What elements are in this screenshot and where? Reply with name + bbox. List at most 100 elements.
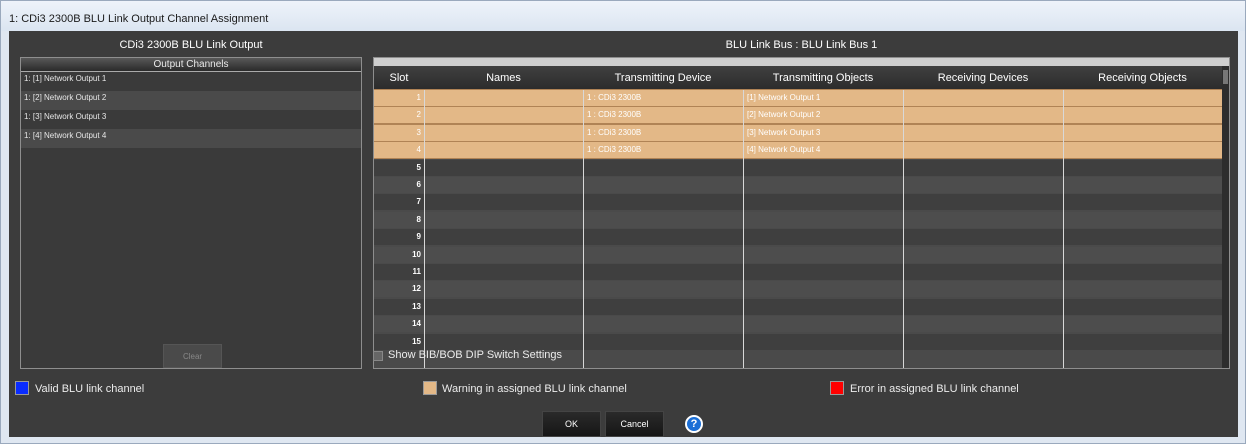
cell-names: [428, 142, 583, 158]
cell-rx-objects: [1067, 316, 1222, 332]
cell-tx-objects: [2] Network Output 2: [747, 110, 821, 120]
cell-tx-device: [587, 212, 743, 228]
cell-slot: 7: [416, 197, 421, 207]
grid-scrollbar-thumb[interactable]: [1223, 70, 1228, 84]
cell-tx-objects: [747, 299, 903, 315]
cell-slot: 13: [412, 301, 421, 311]
cell-slot: 15: [412, 336, 421, 346]
cell-rx-devices: [907, 125, 1063, 141]
column-header-rx-devices[interactable]: Receiving Devices: [903, 66, 1063, 90]
column-header-rx-objects[interactable]: Receiving Objects: [1063, 66, 1222, 90]
output-channel-item[interactable]: 1: [1] Network Output 1: [21, 72, 361, 91]
cell-rx-objects: [1067, 281, 1222, 297]
cell-names: [428, 316, 583, 332]
cell-rx-objects: [1067, 177, 1222, 193]
cell-rx-devices: [907, 212, 1063, 228]
table-row[interactable]: 4 1 : CDi3 2300B [4] Network Output 4: [374, 141, 1223, 160]
cell-tx-device: [587, 177, 743, 193]
cell-names: [428, 125, 583, 141]
help-icon[interactable]: ?: [685, 415, 703, 433]
cell-tx-objects: [3] Network Output 3: [747, 127, 821, 137]
cell-rx-objects: [1067, 125, 1222, 141]
cell-rx-devices: [907, 90, 1063, 106]
column-header-names[interactable]: Names: [424, 66, 583, 90]
cell-rx-objects: [1067, 229, 1222, 245]
cell-slot: 1: [416, 93, 421, 102]
cell-names: [428, 107, 583, 123]
output-channels-panel: Output Channels 1: [1] Network Output 11…: [20, 57, 362, 369]
cancel-button[interactable]: Cancel: [605, 411, 664, 437]
table-row[interactable]: 8: [374, 211, 1222, 228]
table-row[interactable]: 2 1 : CDi3 2300B [2] Network Output 2: [374, 106, 1223, 125]
cell-tx-objects: [4] Network Output 4: [747, 145, 821, 155]
column-header-tx-objects[interactable]: Transmitting Objects: [743, 66, 903, 90]
cell-names: [428, 334, 583, 350]
cell-names: [428, 264, 583, 280]
cell-tx-device: [587, 316, 743, 332]
error-legend-label: Error in assigned BLU link channel: [850, 383, 1019, 395]
cell-rx-objects: [1067, 264, 1222, 280]
cell-rx-objects: [1067, 299, 1222, 315]
table-row[interactable]: 13: [374, 298, 1222, 315]
cell-tx-objects: [747, 194, 903, 210]
cell-tx-device: [587, 229, 743, 245]
cell-tx-device: [587, 194, 743, 210]
cell-tx-device: 1 : CDi3 2300B: [587, 127, 642, 137]
cell-tx-device: [587, 160, 743, 176]
cell-tx-objects: [747, 160, 903, 176]
cell-tx-objects: [747, 264, 903, 280]
grid-top-bar: [374, 58, 1229, 66]
table-row[interactable]: 10: [374, 246, 1222, 263]
cell-rx-devices: [907, 316, 1063, 332]
cell-tx-objects: [747, 247, 903, 263]
column-separator: [743, 90, 744, 368]
column-header-slot[interactable]: Slot: [374, 66, 424, 90]
cell-rx-objects: [1067, 142, 1222, 158]
cell-tx-device: [587, 281, 743, 297]
column-separator: [424, 90, 425, 368]
table-row[interactable]: 1 1 : CDi3 2300B [1] Network Output 1: [374, 89, 1223, 107]
table-row[interactable]: 7: [374, 194, 1222, 211]
cell-slot: 9: [416, 232, 421, 242]
dialog-body: CDi3 2300B BLU Link Output BLU Link Bus …: [9, 31, 1238, 437]
cell-names: [428, 160, 583, 176]
output-channel-item[interactable]: 1: [3] Network Output 3: [21, 110, 361, 129]
channel-assignment-window: 1: CDi3 2300B BLU Link Output Channel As…: [0, 0, 1246, 444]
cell-tx-device: 1 : CDi3 2300B: [587, 145, 642, 155]
cell-names: [428, 177, 583, 193]
cell-tx-objects: [747, 229, 903, 245]
table-row[interactable]: 11: [374, 264, 1222, 280]
output-channel-item[interactable]: 1: [4] Network Output 4: [21, 129, 361, 148]
cell-names: [428, 229, 583, 245]
table-row[interactable]: 12: [374, 281, 1222, 298]
cell-tx-device: [587, 247, 743, 263]
cell-tx-objects: [747, 316, 903, 332]
cell-rx-objects: [1067, 334, 1222, 350]
show-dip-switch-checkbox[interactable]: [373, 351, 383, 361]
column-separator: [583, 90, 584, 368]
output-channel-item[interactable]: 1: [2] Network Output 2: [21, 91, 361, 110]
cell-slot: 12: [412, 284, 421, 294]
cell-slot: 11: [412, 267, 421, 276]
cell-slot: 4: [416, 145, 421, 155]
column-header-tx-device[interactable]: Transmitting Device: [583, 66, 743, 90]
table-row[interactable]: 15: [374, 333, 1222, 350]
table-row[interactable]: 3 1 : CDi3 2300B [3] Network Output 3: [374, 123, 1223, 142]
cell-rx-objects: [1067, 107, 1222, 123]
cell-tx-device: [587, 334, 743, 350]
cell-tx-device: 1 : CDi3 2300B: [587, 110, 642, 120]
grid-scrollbar[interactable]: [1222, 66, 1229, 368]
table-row[interactable]: 5: [374, 159, 1222, 176]
ok-button[interactable]: OK: [542, 411, 601, 437]
table-row[interactable]: 6: [374, 177, 1222, 193]
cell-rx-devices: [907, 194, 1063, 210]
table-row[interactable]: 14: [374, 316, 1222, 333]
cell-tx-device: [587, 299, 743, 315]
cell-tx-objects: [747, 212, 903, 228]
cell-rx-devices: [907, 281, 1063, 297]
cell-slot: 5: [416, 162, 421, 172]
cell-tx-device: 1 : CDi3 2300B: [587, 93, 642, 102]
table-row[interactable]: 9: [374, 229, 1222, 246]
cell-tx-objects: [747, 334, 903, 350]
clear-button[interactable]: Clear: [163, 344, 222, 368]
